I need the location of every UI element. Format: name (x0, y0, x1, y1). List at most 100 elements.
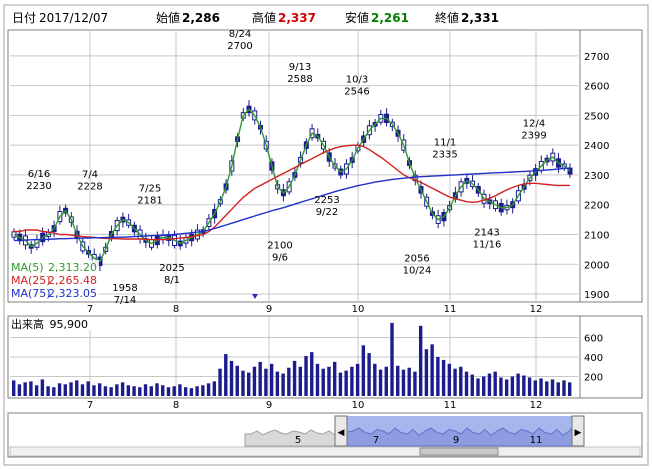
navigator-label-5: 5 (295, 435, 301, 446)
price-month-label: 10 (352, 304, 365, 315)
volume-bar (132, 386, 136, 396)
price-month-label: 8 (173, 304, 179, 315)
volume-bar (178, 384, 182, 396)
volume-bar (298, 366, 302, 396)
volume-bar (516, 373, 520, 396)
volume-bar (97, 383, 102, 396)
volume-bar (264, 368, 268, 396)
navigator-right-handle[interactable]: ▶ (571, 415, 585, 447)
volume-bar (556, 382, 560, 396)
volume-label: 出来高 (11, 317, 44, 331)
chevron-right-icon: ▶ (575, 428, 582, 438)
open-value: 2,286 (182, 11, 220, 25)
volume-bar (504, 379, 509, 396)
annotation-date: 6/16 (28, 169, 50, 180)
navigator-label-9: 9 (453, 435, 459, 446)
volume-bar (161, 385, 165, 396)
volume-month-label: 8 (173, 400, 179, 411)
volume-bar (126, 385, 131, 396)
annotation-value: 2100 (267, 240, 292, 251)
price-tick-label: 2100 (584, 230, 609, 241)
volume-bar (321, 368, 325, 396)
annotation-value: 2025 (159, 263, 184, 274)
annotation-date: 11/16 (473, 240, 502, 251)
volume-bar (493, 371, 497, 396)
legend-ma75-value: 2,323.05 (48, 287, 97, 300)
volume-month-label: 9 (266, 400, 272, 411)
price-month-label: 12 (530, 304, 543, 315)
volume-bar (527, 377, 532, 396)
annotation-date: 10/24 (403, 266, 432, 277)
volume-bar (229, 360, 234, 396)
chevron-left-icon: ◀ (338, 428, 345, 438)
volume-bar (470, 374, 474, 396)
volume-bar (172, 386, 176, 396)
navigator-label-11: 11 (530, 435, 543, 446)
price-panel-frame (7, 29, 643, 303)
legend-ma25-label: MA(25) (11, 274, 51, 287)
volume-bar (212, 381, 217, 396)
volume-bar (149, 386, 153, 396)
annotation-date: 9/13 (289, 62, 311, 73)
annotation-date: 7/25 (139, 183, 161, 194)
volume-bar (63, 384, 67, 396)
navigator-scrollbar[interactable] (9, 446, 641, 457)
volume-bar (304, 356, 308, 396)
volume-bar (327, 366, 331, 396)
volume-bar (482, 376, 486, 396)
navigator-scroll-thumb[interactable] (419, 447, 499, 456)
navigator-left-handle[interactable]: ◀ (334, 415, 348, 447)
high-label: 高値 (252, 10, 276, 25)
annotation-date: 9/22 (316, 207, 338, 218)
volume-bar (103, 386, 108, 396)
volume-bar (218, 368, 222, 396)
annotation-value: 2700 (227, 41, 252, 52)
volume-bar (355, 363, 360, 396)
navigator[interactable]: 5 7 9 11 ◀ ▶ (7, 412, 643, 458)
volume-bar (40, 379, 45, 396)
volume-bar (418, 325, 423, 396)
annotation-date: 9/6 (272, 252, 288, 263)
volume-tick-label: 200 (584, 373, 603, 384)
volume-bar (247, 372, 251, 396)
price-tick-label: 2700 (584, 52, 609, 63)
volume-bar (390, 322, 394, 396)
price-y-axis: 1900 2000 2100 2200 2300 2400 2500 2600 2700 (584, 52, 609, 301)
volume-y-axis: 200 400 600 (584, 334, 603, 384)
volume-bar (378, 369, 383, 396)
volume-bar (34, 385, 39, 396)
price-tick-label: 2400 (584, 141, 609, 152)
date-label: 日付 (12, 11, 36, 25)
volume-bar (224, 354, 228, 396)
legend-ma5-label: MA(5) (11, 261, 44, 274)
volume-bar (430, 344, 434, 396)
annotation-value: 2253 (314, 195, 339, 206)
volume-tick-label: 600 (584, 334, 603, 345)
volume-bar (269, 363, 274, 396)
volume-bar (80, 384, 85, 396)
volume-bar (138, 387, 142, 396)
legend-ma75-label: MA(75) (11, 287, 51, 300)
price-month-label: 9 (266, 304, 272, 315)
high-value: 2,337 (278, 11, 316, 25)
volume-tick-label: 400 (584, 353, 603, 364)
price-tick-label: 1900 (584, 290, 609, 301)
volume-bar (292, 360, 297, 396)
volume-bar (522, 375, 526, 396)
legend-ma25-value: 2,265.48 (48, 274, 97, 287)
volume-bar (510, 376, 515, 396)
annotation-value: 2228 (77, 181, 102, 192)
volume-bar (401, 369, 406, 396)
annotation-date: 8/1 (164, 275, 180, 286)
volume-value: 95,900 (50, 318, 89, 331)
volume-bar (206, 383, 211, 396)
navigator-label-7: 7 (373, 435, 379, 446)
volume-bar (201, 385, 205, 396)
annotation-value: 2143 (474, 228, 499, 239)
volume-bar (396, 365, 400, 396)
annotation-value: 2399 (521, 130, 546, 141)
volume-bar (241, 370, 245, 396)
date-value: 2017/12/07 (39, 11, 108, 25)
volume-bar (550, 379, 555, 396)
volume-month-label: 7 (87, 400, 93, 411)
